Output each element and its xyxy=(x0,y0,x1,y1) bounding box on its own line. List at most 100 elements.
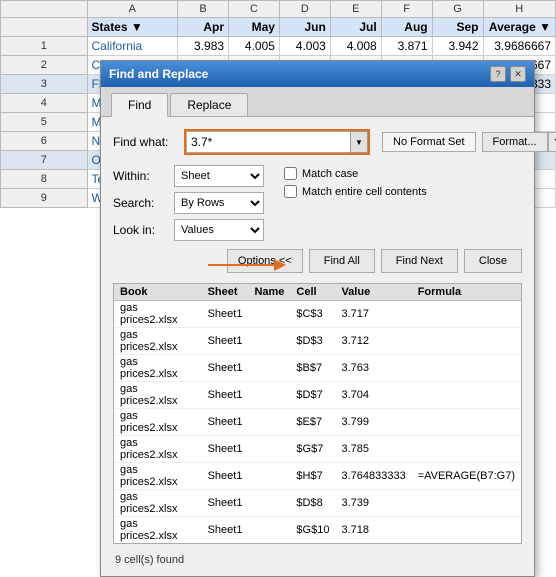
dialog-close-button[interactable]: ✕ xyxy=(510,66,526,82)
search-row: Search: By Rows By Columns xyxy=(113,192,264,214)
match-case-checkbox[interactable] xyxy=(284,167,297,180)
row-num: 3 xyxy=(1,75,88,94)
result-cell: $D$8 xyxy=(290,490,335,517)
dialog-title: Find and Replace xyxy=(109,67,208,81)
find-all-button[interactable]: Find All xyxy=(309,249,375,273)
dialog-title-icons: ? ✕ xyxy=(490,66,526,82)
result-book: gas prices2.xlsx xyxy=(114,409,202,436)
tab-replace[interactable]: Replace xyxy=(170,93,248,116)
match-case-label: Match case xyxy=(302,168,358,180)
results-row[interactable]: gas prices2.xlsx Sheet1 $C$3 3.717 xyxy=(114,301,521,328)
result-name xyxy=(248,463,290,490)
result-cell: $D$3 xyxy=(290,328,335,355)
results-col-value: Value xyxy=(335,284,411,301)
find-dropdown-button[interactable]: ▼ xyxy=(350,131,368,153)
results-col-formula: Formula xyxy=(412,284,521,301)
results-row[interactable]: gas prices2.xlsx Sheet1 $D$7 3.704 xyxy=(114,382,521,409)
result-name xyxy=(248,517,290,544)
result-book: gas prices2.xlsx xyxy=(114,328,202,355)
result-book: gas prices2.xlsx xyxy=(114,301,202,328)
results-col-name: Name xyxy=(248,284,290,301)
search-label: Search: xyxy=(113,196,168,210)
row-num: 7 xyxy=(1,151,88,170)
results-row[interactable]: gas prices2.xlsx Sheet1 $G$7 3.785 xyxy=(114,436,521,463)
result-sheet: Sheet1 xyxy=(202,463,249,490)
result-sheet: Sheet1 xyxy=(202,517,249,544)
format-dropdown-button[interactable]: ▼ xyxy=(548,132,556,152)
find-next-button[interactable]: Find Next xyxy=(381,249,458,273)
col-header-d: D xyxy=(279,1,330,18)
result-name xyxy=(248,409,290,436)
result-formula xyxy=(412,301,521,328)
row-num: 9 xyxy=(1,189,88,208)
col-header-h: H xyxy=(483,1,556,18)
col-label-jun: Jun xyxy=(279,18,330,37)
lookin-row: Look in: Values Formulas Comments xyxy=(113,219,264,241)
tab-find[interactable]: Find xyxy=(111,93,168,117)
col-header-f: F xyxy=(381,1,432,18)
jul-cell[interactable]: 4.008 xyxy=(330,37,381,56)
results-row[interactable]: gas prices2.xlsx Sheet1 $D$8 3.739 xyxy=(114,490,521,517)
result-sheet: Sheet1 xyxy=(202,328,249,355)
arrow-indicator xyxy=(208,255,288,278)
find-replace-dialog: Find and Replace ? ✕ Find Replace Find w… xyxy=(100,60,535,577)
result-cell: $H$7 xyxy=(290,463,335,490)
result-cell: $D$7 xyxy=(290,382,335,409)
row-num: 1 xyxy=(1,37,88,56)
results-row[interactable]: gas prices2.xlsx Sheet1 $E$7 3.799 xyxy=(114,409,521,436)
result-cell: $E$7 xyxy=(290,409,335,436)
aug-cell[interactable]: 3.871 xyxy=(381,37,432,56)
result-name xyxy=(248,328,290,355)
results-row[interactable]: gas prices2.xlsx Sheet1 $H$7 3.764833333… xyxy=(114,463,521,490)
match-entire-checkbox[interactable] xyxy=(284,185,297,198)
avg-cell[interactable]: 3.9686667 xyxy=(483,37,556,56)
find-label: Find what: xyxy=(113,135,178,149)
result-value: 3.739 xyxy=(335,490,411,517)
col-label-may: May xyxy=(229,18,280,37)
apr-cell[interactable]: 3.983 xyxy=(178,37,229,56)
find-what-row: Find what: ▼ No Format Set Format... ▼ xyxy=(113,129,522,155)
col-label-avg: Average ▼ xyxy=(483,18,556,37)
results-row[interactable]: gas prices2.xlsx Sheet1 $B$7 3.763 xyxy=(114,355,521,382)
row-num: 8 xyxy=(1,170,88,189)
results-col-book: Book xyxy=(114,284,202,301)
result-cell: $C$3 xyxy=(290,301,335,328)
within-select[interactable]: Sheet Workbook xyxy=(174,165,264,187)
result-value: 3.718 xyxy=(335,517,411,544)
lookin-label: Look in: xyxy=(113,223,168,237)
col-label-apr: Apr xyxy=(178,18,229,37)
sep-cell[interactable]: 3.942 xyxy=(432,37,483,56)
result-name xyxy=(248,301,290,328)
close-button[interactable]: Close xyxy=(464,249,522,273)
dialog-help-button[interactable]: ? xyxy=(490,66,506,82)
result-book: gas prices2.xlsx xyxy=(114,382,202,409)
result-sheet: Sheet1 xyxy=(202,436,249,463)
state-cell[interactable]: California xyxy=(87,37,178,56)
options-section: Within: Sheet Workbook Search: By Rows B… xyxy=(113,165,522,241)
result-name xyxy=(248,382,290,409)
lookin-select[interactable]: Values Formulas Comments xyxy=(174,219,264,241)
results-row[interactable]: gas prices2.xlsx Sheet1 $D$3 3.712 xyxy=(114,328,521,355)
options-left: Within: Sheet Workbook Search: By Rows B… xyxy=(113,165,264,241)
results-section: Book Sheet Name Cell Value Formula gas p… xyxy=(113,283,522,544)
result-formula xyxy=(412,328,521,355)
row-header-col xyxy=(1,1,88,18)
col-header-e: E xyxy=(330,1,381,18)
result-sheet: Sheet1 xyxy=(202,382,249,409)
search-select[interactable]: By Rows By Columns xyxy=(174,192,264,214)
result-formula xyxy=(412,355,521,382)
results-row[interactable]: gas prices2.xlsx Sheet1 $G$10 3.718 xyxy=(114,517,521,544)
find-input[interactable] xyxy=(186,131,350,153)
result-value: 3.717 xyxy=(335,301,411,328)
result-book: gas prices2.xlsx xyxy=(114,463,202,490)
may-cell[interactable]: 4.005 xyxy=(229,37,280,56)
result-value: 3.704 xyxy=(335,382,411,409)
result-formula xyxy=(412,382,521,409)
row-num-header xyxy=(1,18,88,37)
match-case-row: Match case xyxy=(284,167,427,180)
format-button[interactable]: Format... xyxy=(482,132,548,152)
jun-cell[interactable]: 4.003 xyxy=(279,37,330,56)
match-entire-label: Match entire cell contents xyxy=(302,186,427,198)
buttons-row: Options << Find All Find Next Close xyxy=(113,249,522,273)
result-value: 3.799 xyxy=(335,409,411,436)
